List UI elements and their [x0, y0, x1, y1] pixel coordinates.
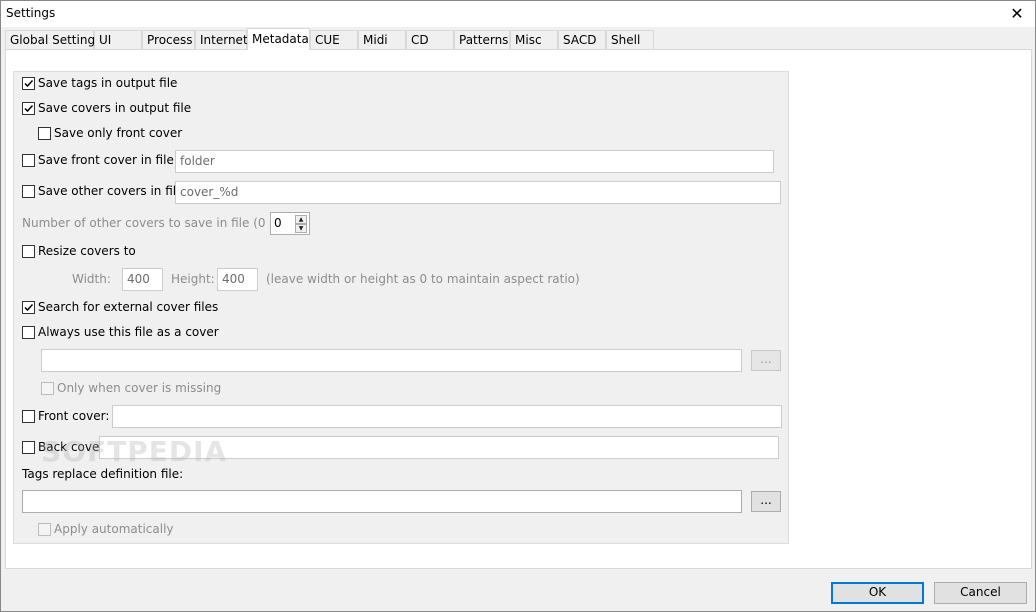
cover-file-browse-button[interactable]: ...: [751, 350, 781, 371]
resize-covers-label: Resize covers to: [38, 244, 136, 258]
resize-width-input[interactable]: 400: [122, 268, 163, 291]
only-when-missing-checkbox[interactable]: [41, 382, 54, 395]
front-cover-input[interactable]: [112, 405, 782, 428]
up-arrow-icon[interactable]: ▲: [295, 215, 307, 224]
tab-sacd[interactable]: SACD: [558, 30, 606, 49]
search-external-label: Search for external cover files: [38, 300, 219, 314]
tab-internet[interactable]: Internet: [195, 30, 248, 49]
save-other-in-file-label: Save other covers in file:: [38, 184, 188, 198]
window-title: Settings: [6, 6, 56, 20]
only-when-missing-label: Only when cover is missing: [57, 381, 222, 395]
tab-cd[interactable]: CD: [406, 30, 454, 49]
tags-replace-label: Tags replace definition file:: [22, 467, 184, 481]
apply-automatically-checkbox[interactable]: [38, 523, 51, 536]
search-external-checkbox[interactable]: [22, 301, 35, 314]
save-front-in-file-checkbox[interactable]: [22, 154, 35, 167]
check-icon: [24, 104, 34, 113]
tags-replace-browse-button[interactable]: ...: [751, 491, 781, 512]
tab-ui[interactable]: UI: [94, 30, 142, 49]
save-other-in-file-checkbox[interactable]: [22, 185, 35, 198]
back-cover-checkbox[interactable]: [22, 441, 35, 454]
save-front-in-file-label: Save front cover in file:: [38, 153, 178, 167]
tab-midi[interactable]: Midi: [358, 30, 406, 49]
front-cover-label: Front cover:: [38, 409, 110, 423]
settings-window: Settings ✕ Global Settings UI Process In…: [0, 0, 1036, 612]
other-covers-filename-input[interactable]: cover_%d: [175, 181, 781, 204]
always-use-file-label: Always use this file as a cover: [38, 325, 219, 339]
check-icon: [24, 79, 34, 88]
resize-height-input[interactable]: 400: [217, 268, 258, 291]
front-cover-filename-input[interactable]: folder: [175, 150, 774, 173]
apply-automatically-label: Apply automatically: [54, 522, 174, 536]
save-covers-label: Save covers in output file: [38, 101, 192, 115]
check-icon: [24, 303, 34, 312]
tab-global-settings[interactable]: Global Settings: [5, 30, 101, 49]
tab-misc[interactable]: Misc: [510, 30, 558, 49]
tags-replace-input[interactable]: [22, 490, 742, 513]
resize-covers-checkbox[interactable]: [22, 245, 35, 258]
tab-process[interactable]: Process: [142, 30, 195, 49]
ok-button[interactable]: OK: [831, 582, 924, 604]
softpedia-watermark: SOFTPEDIA: [41, 435, 228, 468]
save-covers-checkbox[interactable]: [22, 102, 35, 115]
resize-hint: (leave width or height as 0 to maintain …: [266, 272, 580, 286]
tab-shell[interactable]: Shell: [606, 30, 654, 49]
cover-file-input[interactable]: [41, 349, 742, 372]
num-other-covers-value: 0: [274, 216, 282, 230]
resize-height-label: Height:: [171, 272, 215, 286]
front-cover-checkbox[interactable]: [22, 410, 35, 423]
num-other-covers-stepper[interactable]: 0 ▲ ▼: [270, 212, 310, 235]
num-other-covers-label: Number of other covers to save in file (…: [22, 216, 301, 230]
always-use-file-checkbox[interactable]: [22, 326, 35, 339]
save-tags-label: Save tags in output file: [38, 76, 178, 90]
resize-width-label: Width:: [72, 272, 111, 286]
tab-metadata[interactable]: Metadata: [247, 28, 310, 50]
title-bar: Settings ✕: [1, 1, 1035, 27]
save-only-front-checkbox[interactable]: [38, 127, 51, 140]
save-tags-checkbox[interactable]: [22, 77, 35, 90]
close-icon[interactable]: ✕: [1005, 3, 1029, 25]
tab-patterns[interactable]: Patterns: [454, 30, 510, 49]
down-arrow-icon[interactable]: ▼: [295, 224, 307, 233]
cancel-button[interactable]: Cancel: [934, 582, 1027, 604]
tab-cue[interactable]: CUE: [310, 30, 358, 49]
save-only-front-label: Save only front cover: [54, 126, 183, 140]
